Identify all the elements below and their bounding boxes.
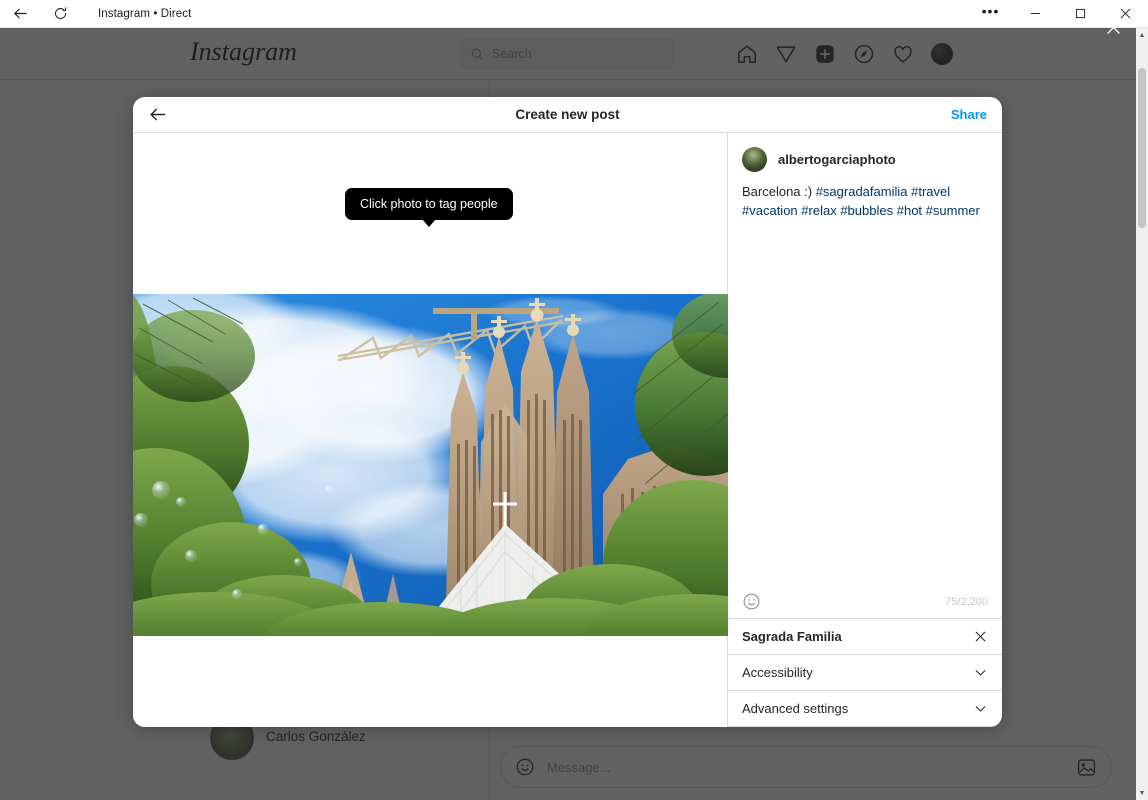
scroll-up-arrow[interactable]: ▲ [1136,28,1148,42]
advanced-settings-row[interactable]: Advanced settings [728,691,1002,727]
chevron-down-icon[interactable] [973,665,988,680]
post-photo[interactable] [133,294,728,636]
scroll-down-arrow[interactable]: ▼ [1136,786,1148,800]
author-username: albertogarciaphoto [778,152,896,167]
create-new-post-dialog: Create new post Share Click photo to tag… [133,97,1002,727]
scrollbar-thumb[interactable] [1138,68,1146,228]
hashtag: #hot [896,203,923,218]
window-title: Instagram • Direct [98,7,192,20]
location-row[interactable]: Sagrada Familia [728,619,1002,655]
dialog-body: Click photo to tag people albertogarciap… [133,133,1002,727]
window-titlebar: Instagram • Direct ••• [0,0,1148,28]
share-button[interactable]: Share [951,107,987,122]
avatar [742,147,767,172]
tag-people-tooltip: Click photo to tag people [345,188,513,227]
caption-footer: 75/2,200 [728,585,1002,619]
dialog-back-button[interactable] [148,105,167,124]
hashtag: #sagradafamilia [815,184,908,199]
chevron-down-icon[interactable] [973,701,988,716]
caption-text: Barcelona :) [742,184,816,199]
accessibility-row[interactable]: Accessibility [728,655,1002,691]
back-arrow-icon[interactable] [0,0,40,28]
window-scrollbar[interactable]: ▲ ▼ [1136,28,1148,800]
photo-pane: Click photo to tag people [133,133,728,727]
hashtag: #travel [911,184,951,199]
more-options-icon[interactable]: ••• [968,0,1013,28]
hashtag: #summer [925,203,980,218]
dialog-header: Create new post Share [133,97,1002,133]
clear-location-icon[interactable] [973,629,988,644]
caption-textarea[interactable]: Barcelona :) #sagradafamilia #travel #va… [728,178,1002,585]
advanced-settings-label: Advanced settings [742,701,849,716]
caption-pane: albertogarciaphoto Barcelona :) #sagrada… [728,133,1002,727]
hashtag: #bubbles [840,203,894,218]
post-author-row[interactable]: albertogarciaphoto [728,133,1002,178]
page-title: Create new post [515,107,620,122]
hashtag: #relax [801,203,837,218]
hashtag: #vacation [742,203,798,218]
refresh-icon[interactable] [40,0,80,28]
minimize-icon[interactable] [1013,0,1058,28]
close-overlay-icon[interactable] [1096,10,1130,44]
accessibility-label: Accessibility [742,665,813,680]
character-counter: 75/2,200 [945,595,988,608]
emoji-icon[interactable] [742,592,761,611]
location-label: Sagrada Familia [742,629,842,644]
